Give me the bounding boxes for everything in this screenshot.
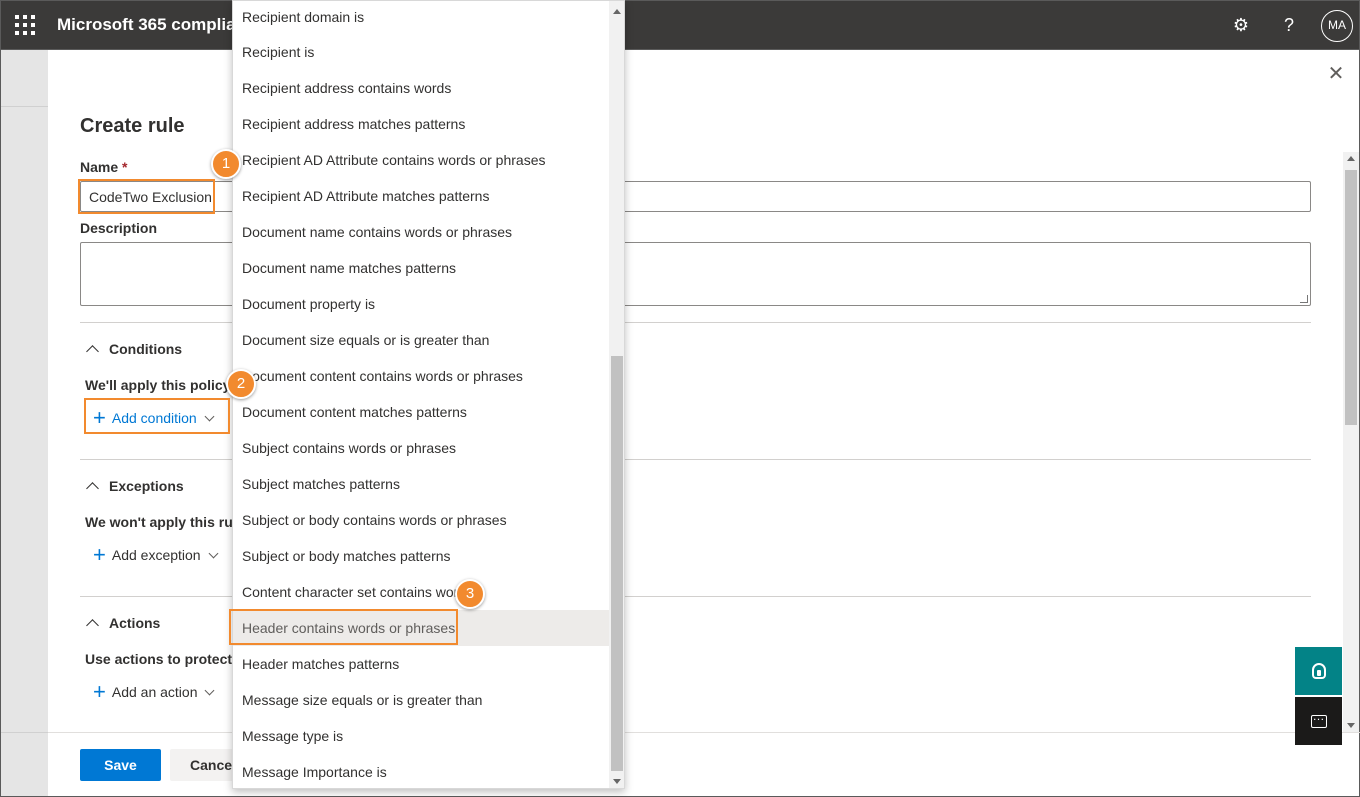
save-button[interactable]: Save	[80, 749, 161, 781]
name-label-text: Name	[80, 159, 119, 175]
chevron-up-icon	[86, 345, 99, 358]
dropdown-item[interactable]: Recipient is	[233, 34, 609, 70]
dropdown-item[interactable]: Document name matches patterns	[233, 250, 609, 286]
app-launcher-icon[interactable]	[15, 15, 35, 35]
scroll-down-icon[interactable]	[1347, 723, 1355, 728]
dropdown-item[interactable]: Document content contains words or phras…	[233, 358, 609, 394]
annotation-highlight-add-condition	[84, 398, 230, 434]
exceptions-title: Exceptions	[109, 478, 184, 494]
exceptions-header[interactable]: Exceptions	[86, 478, 184, 495]
dropdown-item[interactable]: Subject contains words or phrases	[233, 430, 609, 466]
chevron-up-icon	[86, 482, 99, 495]
plus-icon: +	[93, 542, 106, 567]
dropdown-item[interactable]: Document size equals or is greater than	[233, 322, 609, 358]
panel-scrollbar[interactable]	[1343, 152, 1359, 732]
gear-icon[interactable]: ⚙	[1229, 13, 1253, 37]
add-exception-label: Add exception	[111, 547, 201, 563]
avatar[interactable]: MA	[1321, 10, 1353, 42]
headset-icon	[1311, 663, 1326, 679]
feedback-button[interactable]	[1295, 697, 1342, 745]
annotation-highlight-name	[78, 179, 215, 214]
close-icon[interactable]: ✕	[1325, 64, 1347, 86]
question-icon[interactable]: ?	[1277, 13, 1301, 37]
exceptions-description: We won't apply this rul	[85, 514, 235, 530]
conditions-title: Conditions	[109, 341, 183, 357]
chevron-down-icon	[208, 548, 219, 558]
add-action-button[interactable]: + Add an action	[93, 679, 215, 704]
dropdown-item[interactable]: Recipient AD Attribute contains words or…	[233, 142, 609, 178]
dropdown-item[interactable]: Document name contains words or phrases	[233, 214, 609, 250]
annotation-badge-1: 1	[211, 149, 241, 179]
scrollbar-thumb[interactable]	[1345, 170, 1357, 425]
conditions-header[interactable]: Conditions	[86, 341, 183, 358]
name-label: Name *	[80, 159, 127, 175]
scrollbar-thumb[interactable]	[611, 356, 623, 771]
actions-title: Actions	[109, 615, 161, 631]
dropdown-item[interactable]: Content character set contains words	[233, 574, 609, 610]
page-title: Create rule	[80, 115, 185, 137]
conditions-description: We'll apply this policy t	[85, 377, 235, 393]
condition-dropdown[interactable]: Recipient domain is Recipient is Recipie…	[232, 0, 625, 789]
scroll-down-icon[interactable]	[613, 779, 621, 784]
actions-description: Use actions to protect c	[85, 651, 235, 667]
dropdown-item[interactable]: Header matches patterns	[233, 646, 609, 682]
dropdown-item[interactable]: Message size equals or is greater than	[233, 682, 609, 718]
actions-header[interactable]: Actions	[86, 615, 161, 632]
annotation-badge-2: 2	[226, 369, 256, 399]
scroll-up-icon[interactable]	[613, 9, 621, 14]
dropdown-item[interactable]: Recipient domain is	[233, 1, 609, 35]
dropdown-item[interactable]: Recipient address contains words	[233, 70, 609, 106]
add-exception-button[interactable]: + Add exception	[93, 542, 219, 567]
top-bar: Microsoft 365 compliance ⚙ ? MA	[0, 0, 1360, 50]
plus-icon: +	[93, 679, 106, 704]
chevron-down-icon	[205, 685, 215, 695]
dropdown-item[interactable]: Message type is	[233, 718, 609, 754]
dropdown-item[interactable]: Message Importance is	[233, 754, 609, 788]
annotation-highlight-header-item	[229, 609, 458, 645]
dropdown-item[interactable]: Document content matches patterns	[233, 394, 609, 430]
resize-grip-icon[interactable]	[1300, 295, 1308, 303]
background-page	[0, 50, 49, 797]
background-divider	[1, 732, 49, 733]
background-divider	[1, 106, 49, 107]
chat-icon	[1310, 709, 1327, 728]
annotation-badge-3: 3	[455, 579, 485, 609]
dropdown-item[interactable]: Subject or body matches patterns	[233, 538, 609, 574]
scroll-up-icon[interactable]	[1347, 156, 1355, 161]
dropdown-item[interactable]: Subject or body contains words or phrase…	[233, 502, 609, 538]
chevron-up-icon	[86, 619, 99, 632]
dropdown-scrollbar[interactable]	[609, 1, 624, 788]
add-action-label: Add an action	[111, 684, 198, 700]
description-label: Description	[80, 220, 158, 236]
help-support-button[interactable]	[1295, 647, 1342, 695]
dropdown-item[interactable]: Subject matches patterns	[233, 466, 609, 502]
dropdown-item[interactable]: Recipient address matches patterns	[233, 106, 609, 142]
required-mark: *	[122, 159, 128, 175]
dropdown-item[interactable]: Document property is	[233, 286, 609, 322]
dropdown-item[interactable]: Recipient AD Attribute matches patterns	[233, 178, 609, 214]
